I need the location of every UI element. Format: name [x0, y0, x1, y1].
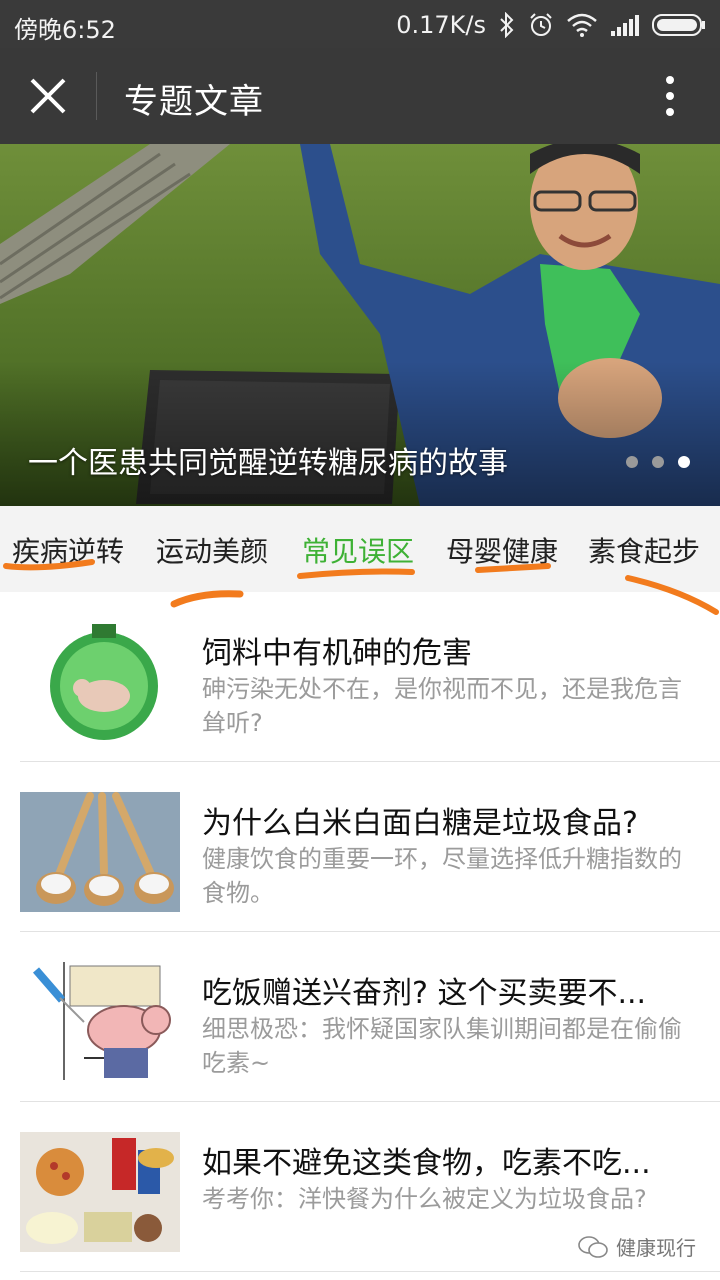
status-time: 傍晚6:52	[14, 16, 116, 44]
tab-disease-reversal[interactable]: 疾病逆转	[12, 530, 124, 570]
banner-caption: 一个医患共同觉醒逆转糖尿病的故事	[28, 446, 508, 481]
alarm-icon	[530, 13, 552, 36]
tab-exercise-beauty[interactable]: 运动美颜	[156, 530, 268, 570]
category-tabs: 疾病逆转 运动美颜 常见误区 母婴健康 素食起步	[0, 506, 720, 592]
article-description: 考考你：洋快餐为什么被定义为垃圾食品?	[202, 1185, 647, 1213]
close-icon[interactable]	[26, 74, 70, 118]
wechat-icon	[578, 1235, 608, 1258]
banner-carousel[interactable]: 一个医患共同觉醒逆转糖尿病的故事	[0, 144, 720, 506]
signal-icon	[611, 15, 639, 36]
tab-common-misconceptions[interactable]: 常见误区	[302, 530, 414, 570]
carousel-dot-active[interactable]	[678, 456, 690, 468]
carousel-dot[interactable]	[652, 456, 664, 468]
bluetooth-icon	[500, 12, 514, 38]
account-watermark: 健康现行	[578, 1232, 696, 1261]
list-item[interactable]: 饲料中有机砷的危害 砷污染无处不在，是你视而不见，还是我危言耸听?	[0, 592, 720, 762]
sugar-spoons-icon	[20, 792, 180, 912]
watermark-text: 健康现行	[616, 1236, 696, 1260]
tab-vegetarian-start[interactable]: 素食起步	[588, 530, 700, 570]
article-description: 细思极恐：我怀疑国家队集训期间都是在偷偷吃素~	[202, 1015, 682, 1077]
more-options-icon[interactable]	[660, 74, 680, 118]
divider	[20, 1271, 720, 1272]
carousel-indicators	[626, 456, 690, 468]
article-description: 砷污染无处不在，是你视而不见，还是我危言耸听?	[202, 675, 682, 737]
wifi-icon	[567, 13, 597, 37]
list-item[interactable]: 吃饭赠送兴奋剂? 这个买卖要不... 细思极恐：我怀疑国家队集训期间都是在偷偷吃…	[0, 932, 720, 1102]
nav-divider	[96, 72, 97, 120]
top-navigation-bar: 专题文章	[0, 48, 720, 144]
status-icons: 0.17K/s	[396, 8, 706, 42]
article-list: 饲料中有机砷的危害 砷污染无处不在，是你视而不见，还是我危言耸听? 为什么白米白…	[0, 592, 720, 1272]
page-title: 专题文章	[124, 82, 264, 122]
tab-maternal-infant-health[interactable]: 母婴健康	[446, 530, 558, 570]
article-title: 吃饭赠送兴奋剂? 这个买卖要不...	[202, 976, 647, 1011]
article-title: 为什么白米白面白糖是垃圾食品?	[202, 806, 638, 841]
battery-icon	[652, 14, 705, 36]
junk-food-icon	[20, 1132, 180, 1252]
article-title: 饲料中有机砷的危害	[202, 636, 472, 671]
carousel-dot[interactable]	[626, 456, 638, 468]
pig-in-bottle-icon	[20, 622, 180, 742]
pig-injection-icon	[20, 962, 180, 1082]
article-title: 如果不避免这类食物，吃素不吃...	[202, 1146, 651, 1181]
list-item[interactable]: 为什么白米白面白糖是垃圾食品? 健康饮食的重要一环，尽量选择低升糖指数的食物。	[0, 762, 720, 932]
network-speed: 0.17K/s	[396, 11, 486, 39]
article-description: 健康饮食的重要一环，尽量选择低升糖指数的食物。	[202, 845, 682, 907]
status-bar: 傍晚6:52 0.17K/s	[0, 0, 720, 48]
